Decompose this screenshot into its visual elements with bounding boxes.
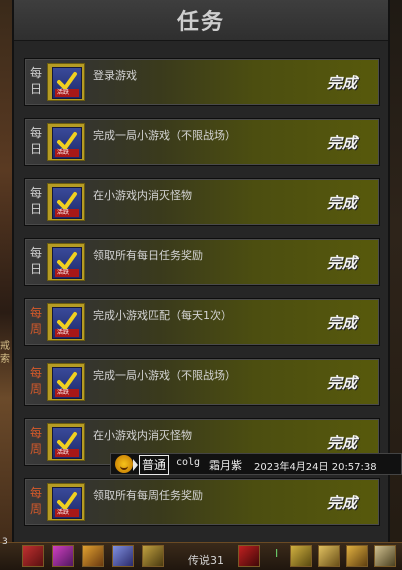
- period-char: 每: [29, 126, 42, 140]
- skill-slot-icon[interactable]: [238, 545, 260, 567]
- task-row: 每 日 活跃 领取所有每日任务奖励 完成: [24, 238, 380, 286]
- task-icon: 活跃: [47, 243, 85, 281]
- activity-badge-icon: 活跃: [52, 187, 82, 219]
- task-name: 完成一局小游戏（不限战场）: [93, 129, 236, 142]
- task-name: 领取所有每周任务奖励: [93, 489, 203, 502]
- task-name: 完成一局小游戏（不限战场）: [93, 369, 236, 382]
- period-label: 每 周: [29, 365, 43, 397]
- task-name: 在小游戏内消灭怪物: [93, 189, 192, 202]
- period-char: 每: [29, 486, 42, 500]
- title-bar[interactable]: 任务: [14, 0, 388, 41]
- period-char: 周: [29, 382, 42, 396]
- activity-badge-icon: 活跃: [52, 247, 82, 279]
- badge-text: 活跃: [57, 389, 70, 396]
- skill-slot-icon[interactable]: [318, 545, 340, 567]
- period-char: 每: [29, 366, 42, 380]
- skill-slot-icon[interactable]: [52, 545, 74, 567]
- complete-button[interactable]: 完成: [327, 252, 357, 273]
- chat-channel-tag[interactable]: 普通: [139, 455, 170, 475]
- period-char: 每: [29, 246, 42, 260]
- complete-button[interactable]: 完成: [327, 132, 357, 153]
- badge-text: 活跃: [57, 269, 70, 276]
- skill-slot-icon[interactable]: [346, 545, 368, 567]
- skill-slot-icon[interactable]: [290, 545, 312, 567]
- activity-badge-icon: 活跃: [52, 427, 82, 459]
- task-icon: 活跃: [47, 363, 85, 401]
- period-char: 每: [29, 426, 42, 440]
- cursor-icon: [133, 459, 138, 471]
- skill-slot-icon[interactable]: [112, 545, 134, 567]
- period-char: 周: [29, 502, 42, 516]
- chat-message[interactable]: 普通 colg 霜月紫 2023年4月24日 20:57:38: [110, 453, 402, 475]
- badge-text: 活跃: [57, 209, 70, 216]
- legend-label[interactable]: 传说31: [188, 552, 224, 568]
- period-label: 每 日: [29, 125, 43, 157]
- complete-button[interactable]: 完成: [327, 72, 357, 93]
- task-name: 登录游戏: [93, 69, 137, 82]
- task-row: 每 日 活跃 在小游戏内消灭怪物 完成: [24, 178, 380, 226]
- activity-badge-icon: 活跃: [52, 67, 82, 99]
- task-name: 在小游戏内消灭怪物: [93, 429, 192, 442]
- skill-toolbar: 传说31 I: [0, 542, 402, 570]
- task-icon: 活跃: [47, 303, 85, 341]
- complete-button[interactable]: 完成: [327, 192, 357, 213]
- period-char: 日: [29, 202, 42, 216]
- complete-button[interactable]: 完成: [327, 372, 357, 393]
- task-icon: 活跃: [47, 123, 85, 161]
- badge-text: 活跃: [57, 89, 70, 96]
- task-name: 领取所有每日任务奖励: [93, 249, 203, 262]
- complete-button[interactable]: 完成: [327, 312, 357, 333]
- chat-username[interactable]: colg: [176, 457, 200, 468]
- badge-text: 活跃: [57, 449, 70, 456]
- skill-slot-icon[interactable]: [82, 545, 104, 567]
- period-label: 每 日: [29, 185, 43, 217]
- task-row: 每 日 活跃 登录游戏 完成: [24, 58, 380, 106]
- period-label: 每 周: [29, 305, 43, 337]
- badge-text: 活跃: [57, 509, 70, 516]
- period-label: 每 周: [29, 425, 43, 457]
- game-scene-right: [388, 0, 402, 569]
- task-icon: 活跃: [47, 63, 85, 101]
- task-icon: 活跃: [47, 183, 85, 221]
- period-label: 每 周: [29, 485, 43, 517]
- period-label: 每 日: [29, 245, 43, 277]
- badge-text: 活跃: [57, 149, 70, 156]
- period-char: 日: [29, 142, 42, 156]
- activity-badge-icon: 活跃: [52, 367, 82, 399]
- skill-slot-icon[interactable]: [142, 545, 164, 567]
- skill-slot-icon[interactable]: [374, 545, 396, 567]
- period-char: 每: [29, 66, 42, 80]
- chat-character-name[interactable]: 霜月紫: [209, 457, 242, 473]
- period-char: 日: [29, 82, 42, 96]
- task-name: 完成小游戏匹配（每天1次）: [93, 309, 232, 322]
- scene-text: 戒索: [0, 341, 10, 365]
- slot-number: 3: [2, 537, 8, 547]
- period-char: 每: [29, 186, 42, 200]
- task-row: 每 周 活跃 完成小游戏匹配（每天1次） 完成: [24, 298, 380, 346]
- period-char: 周: [29, 322, 42, 336]
- activity-badge-icon: 活跃: [52, 127, 82, 159]
- period-label: 每 日: [29, 65, 43, 97]
- task-icon: 活跃: [47, 483, 85, 521]
- panel-title: 任务: [176, 10, 225, 35]
- activity-badge-icon: 活跃: [52, 487, 82, 519]
- emoji-icon: [115, 455, 133, 473]
- task-icon: 活跃: [47, 423, 85, 461]
- task-row: 每 日 活跃 完成一局小游戏（不限战场） 完成: [24, 118, 380, 166]
- task-row: 每 周 活跃 领取所有每周任务奖励 完成: [24, 478, 380, 526]
- badge-text: 活跃: [57, 329, 70, 336]
- task-row: 每 周 活跃 完成一局小游戏（不限战场） 完成: [24, 358, 380, 406]
- period-char: 每: [29, 306, 42, 320]
- period-char: 日: [29, 262, 42, 276]
- chat-timestamp: 2023年4月24日 20:57:38: [254, 462, 377, 473]
- activity-badge-icon: 活跃: [52, 307, 82, 339]
- skill-slot-icon[interactable]: [22, 545, 44, 567]
- toolbar-marker: I: [275, 547, 279, 560]
- complete-button[interactable]: 完成: [327, 492, 357, 513]
- period-char: 周: [29, 442, 42, 456]
- complete-button[interactable]: 完成: [327, 432, 357, 453]
